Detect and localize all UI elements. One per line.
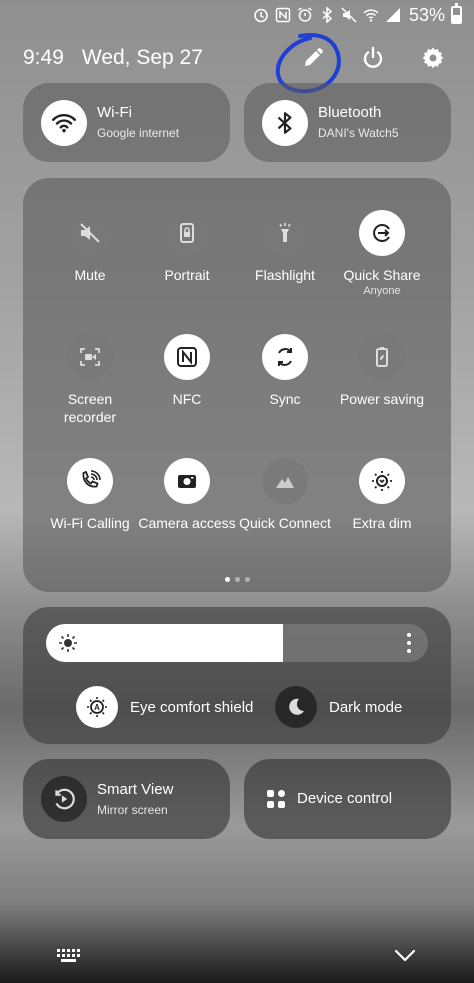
page-indicator[interactable]	[23, 577, 451, 582]
qs-tile-extra-dim[interactable]: Extra dim	[332, 458, 432, 532]
qs-label: Flashlight	[255, 267, 315, 283]
navigation-bar	[0, 945, 474, 967]
qs-tile-power-saving[interactable]: Power saving	[332, 334, 432, 408]
qs-tile-mute[interactable]: Mute	[40, 210, 140, 284]
qs-tile-quick-share[interactable]: Quick Share Anyone	[332, 210, 432, 298]
qs-label: NFC	[172, 391, 202, 407]
battery-icon	[451, 3, 462, 24]
sync-icon	[262, 334, 308, 380]
vibrate-icon	[297, 7, 313, 23]
qs-tile-flashlight[interactable]: Flashlight	[235, 210, 335, 284]
signal-icon	[385, 7, 401, 23]
bluetooth-tile[interactable]: Bluetooth DANI's Watch5	[244, 83, 451, 162]
qs-label: Camera access	[138, 515, 236, 531]
smart-view-tile[interactable]: Smart View Mirror screen	[23, 759, 230, 839]
wifi-calling-icon	[363, 7, 379, 23]
qs-label: Quick Share	[343, 267, 421, 283]
nfc-icon	[164, 334, 210, 380]
page-dot	[224, 577, 230, 582]
qs-tile-quick-connect[interactable]: Quick Connect	[235, 458, 335, 532]
qs-tile-camera-access[interactable]: Camera access	[137, 458, 237, 532]
smart-view-subtitle: Mirror screen	[97, 802, 168, 817]
qs-tile-wifi-calling[interactable]: Wi-Fi Calling	[40, 458, 140, 532]
more-options-icon[interactable]	[406, 633, 412, 653]
dark-mode-toggle[interactable]: Dark mode	[275, 686, 402, 728]
date[interactable]: Wed, Sep 27	[82, 46, 203, 70]
brightness-fill	[46, 624, 283, 662]
wifi-subtitle: Google internet	[97, 126, 180, 140]
brightness-panel: A Eye comfort shield Dark mode	[23, 607, 451, 744]
bluetooth-subtitle: DANI's Watch5	[318, 126, 399, 140]
camera-icon	[164, 458, 210, 504]
flashlight-icon	[262, 210, 308, 256]
qs-label: Screen recorder	[63, 391, 117, 425]
qs-label: Wi-Fi Calling	[50, 515, 130, 531]
smart-view-title: Smart View	[97, 780, 174, 798]
device-control-icon	[267, 790, 285, 808]
wifi-title: Wi-Fi	[97, 104, 132, 121]
svg-text:A: A	[94, 703, 100, 712]
settings-icon[interactable]	[420, 45, 446, 71]
wifi-calling-icon	[67, 458, 113, 504]
qs-tile-nfc[interactable]: NFC	[137, 334, 237, 408]
page-dot	[234, 577, 240, 582]
device-control-title: Device control	[297, 790, 393, 807]
eye-comfort-toggle[interactable]: A Eye comfort shield	[76, 686, 253, 728]
bluetooth-title: Bluetooth	[318, 104, 382, 121]
battery-percentage: 53%	[408, 4, 445, 25]
keyboard-icon[interactable]	[57, 949, 81, 963]
alarm-icon	[253, 7, 269, 23]
power-icon[interactable]	[360, 45, 386, 71]
eye-comfort-icon: A	[76, 686, 118, 728]
qs-label: Mute	[74, 267, 106, 283]
bluetooth-icon	[262, 99, 308, 146]
smart-view-icon	[41, 776, 87, 822]
qs-tile-sync[interactable]: Sync	[235, 334, 335, 408]
wifi-icon	[41, 99, 87, 146]
qs-sub: Anyone	[363, 285, 401, 297]
power-saving-icon	[359, 334, 405, 380]
mute-icon	[341, 7, 357, 23]
quick-share-icon	[359, 210, 405, 256]
sun-icon	[59, 634, 77, 652]
qs-tile-screen-recorder[interactable]: Screen recorder	[40, 334, 140, 426]
edit-icon[interactable]	[300, 45, 326, 71]
qs-label: Portrait	[164, 267, 210, 283]
qs-tile-portrait[interactable]: Portrait	[137, 210, 237, 284]
qs-label: Power saving	[339, 391, 425, 407]
device-control-tile[interactable]: Device control	[244, 759, 451, 839]
eye-comfort-label: Eye comfort shield	[130, 698, 254, 716]
quick-settings-grid: Mute Portrait Flashlight Quick Share Any…	[23, 178, 451, 592]
screen-recorder-icon	[67, 334, 113, 380]
chevron-down-icon[interactable]	[394, 948, 416, 964]
qs-label: Extra dim	[352, 515, 412, 531]
qs-header: 9:49 Wed, Sep 27	[23, 44, 446, 72]
status-bar: 53%	[253, 3, 462, 26]
page-dot	[244, 577, 250, 582]
bluetooth-icon	[319, 7, 335, 23]
qs-label: Quick Connect	[239, 515, 331, 531]
dark-mode-label: Dark mode	[329, 698, 403, 716]
qs-label: Sync	[269, 391, 301, 407]
portrait-lock-icon	[164, 210, 210, 256]
brightness-slider[interactable]	[46, 624, 428, 662]
wifi-tile[interactable]: Wi-Fi Google internet	[23, 83, 230, 162]
quick-connect-icon	[262, 458, 308, 504]
clock[interactable]: 9:49	[23, 46, 64, 70]
extra-dim-icon	[359, 458, 405, 504]
mute-icon	[67, 210, 113, 256]
nfc-icon	[275, 7, 291, 23]
moon-icon	[275, 686, 317, 728]
